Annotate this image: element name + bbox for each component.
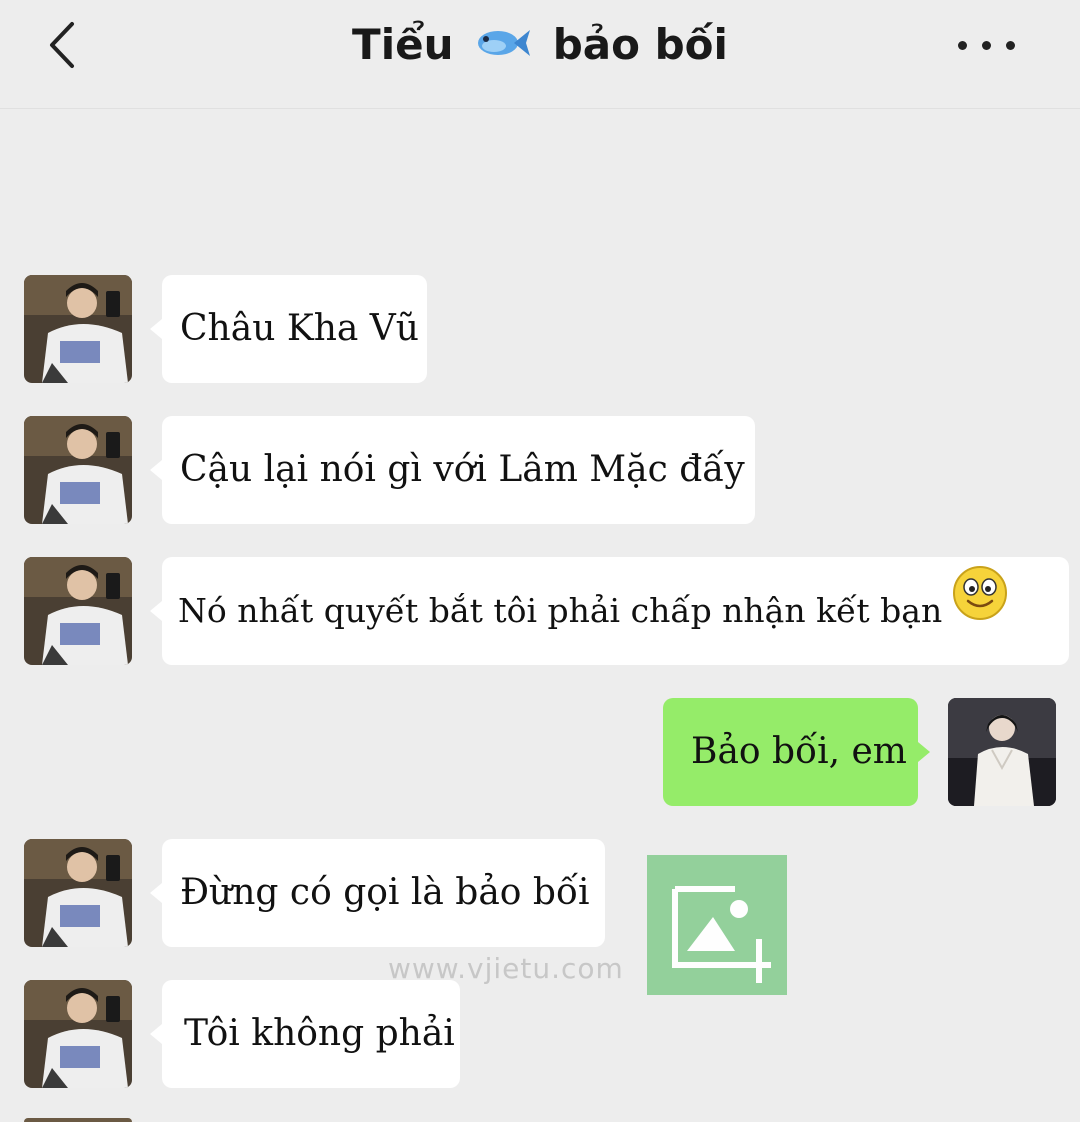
message-bubble-incoming: Tôi không phải <box>150 980 460 1088</box>
chat-header: Tiểu bảo bối <box>0 0 1080 109</box>
chat-title-part-1: Tiểu <box>352 20 454 69</box>
avatar-other[interactable] <box>24 416 132 524</box>
smile-emoji-icon <box>952 556 1008 664</box>
avatar-other-partial <box>24 1118 132 1122</box>
chat-title: Tiểu bảo bối <box>0 18 1080 75</box>
message-bubble-outgoing: Bảo bối, em <box>663 698 930 806</box>
avatar-other[interactable] <box>24 275 132 383</box>
message-text: Bảo bối, em <box>691 731 907 772</box>
message-text: Tôi không phải <box>184 1013 455 1054</box>
chat-title-part-2: bảo bối <box>552 20 728 69</box>
message-bubble-incoming: Châu Kha Vũ <box>150 275 427 383</box>
more-dots-icon[interactable] <box>958 30 1028 60</box>
avatar-other[interactable] <box>24 557 132 665</box>
message-bubble-incoming: Nó nhất quyết bắt tôi phải chấp nhận kết… <box>150 556 1069 665</box>
message-text: Cậu lại nói gì với Lâm Mặc đấy <box>180 449 745 490</box>
avatar-self[interactable] <box>948 698 1056 806</box>
avatar-other[interactable] <box>24 839 132 947</box>
fish-icon <box>474 21 532 75</box>
watermark-image-icon <box>647 855 787 995</box>
message-text: Nó nhất quyết bắt tôi phải chấp nhận kết… <box>178 591 943 630</box>
avatar-other[interactable] <box>24 980 132 1088</box>
message-text: Đừng có gọi là bảo bối <box>180 872 590 913</box>
message-text: Châu Kha Vũ <box>180 308 419 349</box>
message-bubble-incoming: Cậu lại nói gì với Lâm Mặc đấy <box>150 416 755 524</box>
message-bubble-incoming: Đừng có gọi là bảo bối <box>150 839 605 947</box>
